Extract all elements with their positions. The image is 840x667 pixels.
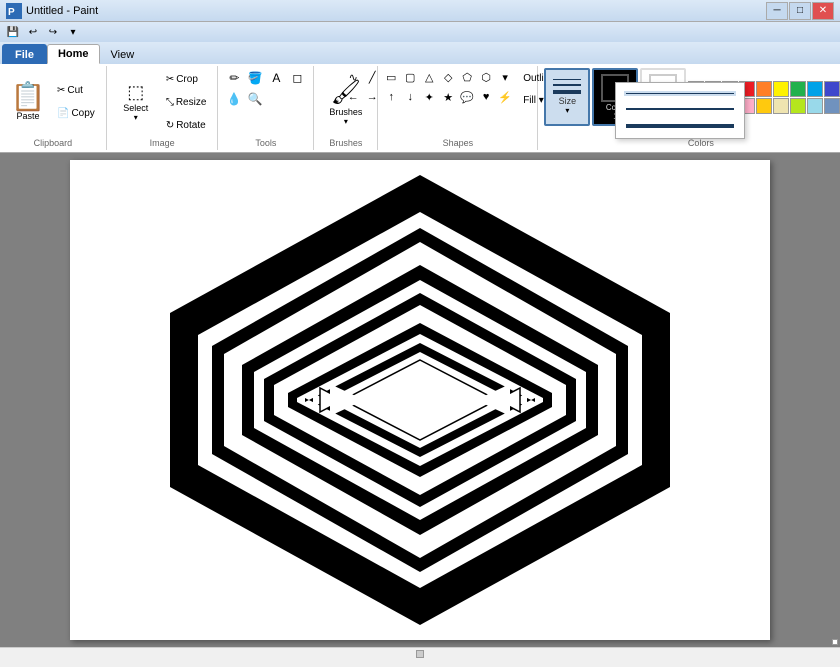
scissors-icon: ✂	[57, 85, 65, 96]
shape-curve[interactable]: ∿	[344, 68, 362, 86]
fill-tool[interactable]: 🪣	[245, 68, 265, 88]
shape-arrow-up[interactable]: ↑	[382, 88, 400, 106]
window-controls: ─ □ ✕	[766, 2, 834, 20]
shape-roundrect[interactable]: ▢	[401, 68, 419, 86]
swatch-skyblue[interactable]	[807, 98, 823, 114]
shape-arrow-left[interactable]: ←	[344, 88, 362, 106]
size-button[interactable]: Size ▾	[544, 68, 590, 126]
shape-more[interactable]: ▾	[496, 68, 514, 86]
text-tool[interactable]: A	[266, 68, 286, 88]
swatch-cream[interactable]	[773, 98, 789, 114]
shapes-label: Shapes	[443, 138, 474, 148]
svg-text:P: P	[8, 7, 15, 18]
tab-home[interactable]: Home	[47, 44, 100, 64]
crop-button[interactable]: ✂ Crop	[161, 68, 212, 90]
status-bar	[0, 647, 840, 667]
main-area	[0, 153, 840, 647]
shape-hex[interactable]: ⬡	[477, 68, 495, 86]
ribbon-tab-bar: File Home View	[0, 42, 840, 64]
shape-lightning[interactable]: ⚡	[496, 88, 514, 106]
image-label: Image	[150, 138, 175, 148]
rotate-button[interactable]: ↻ Rotate	[161, 114, 212, 136]
minimize-button[interactable]: ─	[766, 2, 788, 20]
magnifier-tool[interactable]: 🔍	[245, 89, 265, 109]
swatch-gold[interactable]	[756, 98, 772, 114]
clipboard-label: Clipboard	[34, 138, 73, 148]
size-chevron: ▾	[565, 106, 569, 115]
title-bar: P Untitled - Paint ─ □ ✕	[0, 0, 840, 22]
close-button[interactable]: ✕	[812, 2, 834, 20]
shape-rect[interactable]: ▭	[382, 68, 400, 86]
canvas-container[interactable]	[0, 153, 840, 647]
swatch-lime[interactable]	[790, 98, 806, 114]
copy-button[interactable]: 📄 Copy	[52, 103, 100, 125]
window-title: Untitled - Paint	[26, 5, 766, 17]
shape-heart[interactable]: ♥	[477, 88, 495, 106]
size-option-1[interactable]	[624, 91, 736, 96]
quick-access-toolbar: 💾 ↩ ↪ ▾	[0, 22, 840, 42]
eraser-tool[interactable]: ◻	[287, 68, 307, 88]
paste-button[interactable]: 📋 Paste	[6, 75, 50, 129]
swatch-steelblue[interactable]	[824, 98, 840, 114]
colors-label: Colors	[688, 138, 714, 148]
swatch-green[interactable]	[790, 81, 806, 97]
tools-grid: ✏ 🪣 A ◻ 💧 🔍	[224, 68, 307, 109]
rotate-icon: ↻	[166, 120, 174, 131]
swatch-lightblue[interactable]	[807, 81, 823, 97]
paste-label: Paste	[16, 111, 39, 121]
shape-triangle[interactable]: △	[420, 68, 438, 86]
shapes-group: ∿ ╱ ▭ ▢ △ ◇ ⬠ ⬡ ▾ ← → ↑ ↓ ✦ ★ 💬	[378, 66, 538, 150]
shape-penta[interactable]: ⬠	[458, 68, 476, 86]
tools-group: ✏ 🪣 A ◻ 💧 🔍 Tools	[218, 66, 314, 150]
size-option-2[interactable]	[624, 106, 736, 112]
brushes-label: Brushes	[329, 138, 362, 148]
undo-quick-button[interactable]: ↩	[24, 23, 42, 41]
shape-star4[interactable]: ✦	[420, 88, 438, 106]
copy-icon: 📄	[57, 108, 69, 119]
canvas-center-handle[interactable]	[416, 650, 424, 658]
dropdown-quick-button[interactable]: ▾	[64, 23, 82, 41]
size-dropdown-panel	[615, 82, 745, 139]
resize-icon: ⤡	[166, 97, 174, 108]
shape-star5[interactable]: ★	[439, 88, 457, 106]
pencil-tool[interactable]: ✏	[224, 68, 244, 88]
image-group: ⬚ Select ▾ ✂ Crop ⤡ Resize ↻ Rotate Imag	[107, 66, 219, 150]
tools-label: Tools	[255, 138, 276, 148]
size-option-3[interactable]	[624, 122, 736, 130]
shape-arrow-down[interactable]: ↓	[401, 88, 419, 106]
canvas[interactable]	[70, 160, 770, 640]
shape-callout[interactable]: 💬	[458, 88, 476, 106]
tab-view[interactable]: View	[100, 44, 146, 64]
cut-button[interactable]: ✂ Cut	[52, 80, 100, 102]
select-button[interactable]: ⬚ Select ▾	[113, 75, 159, 129]
swatch-yellow[interactable]	[773, 81, 789, 97]
shapes-palette: ∿ ╱ ▭ ▢ △ ◇ ⬠ ⬡ ▾ ← → ↑ ↓ ✦ ★ 💬	[344, 68, 514, 106]
crop-icon: ✂	[166, 74, 174, 85]
swatch-orange[interactable]	[756, 81, 772, 97]
cut-copy-buttons: ✂ Cut 📄 Copy	[52, 80, 100, 125]
save-quick-button[interactable]: 💾	[4, 23, 22, 41]
color-picker-tool[interactable]: 💧	[224, 89, 244, 109]
canvas-resize-handle[interactable]	[832, 639, 838, 645]
shape-line[interactable]: ╱	[363, 68, 381, 86]
hexagon-art-svg	[70, 160, 770, 640]
resize-button[interactable]: ⤡ Resize	[161, 91, 212, 113]
app-icon: P	[6, 3, 22, 19]
select-chevron: ▾	[134, 113, 138, 122]
shape-diamond[interactable]: ◇	[439, 68, 457, 86]
swatch-blue[interactable]	[824, 81, 840, 97]
tab-file[interactable]: File	[2, 44, 47, 64]
shape-arrow-right[interactable]: →	[363, 88, 381, 106]
image-small-buttons: ✂ Crop ⤡ Resize ↻ Rotate	[161, 68, 212, 136]
clipboard-group: 📋 Paste ✂ Cut 📄 Copy Clipboard	[0, 66, 107, 150]
redo-quick-button[interactable]: ↪	[44, 23, 62, 41]
maximize-button[interactable]: □	[789, 2, 811, 20]
